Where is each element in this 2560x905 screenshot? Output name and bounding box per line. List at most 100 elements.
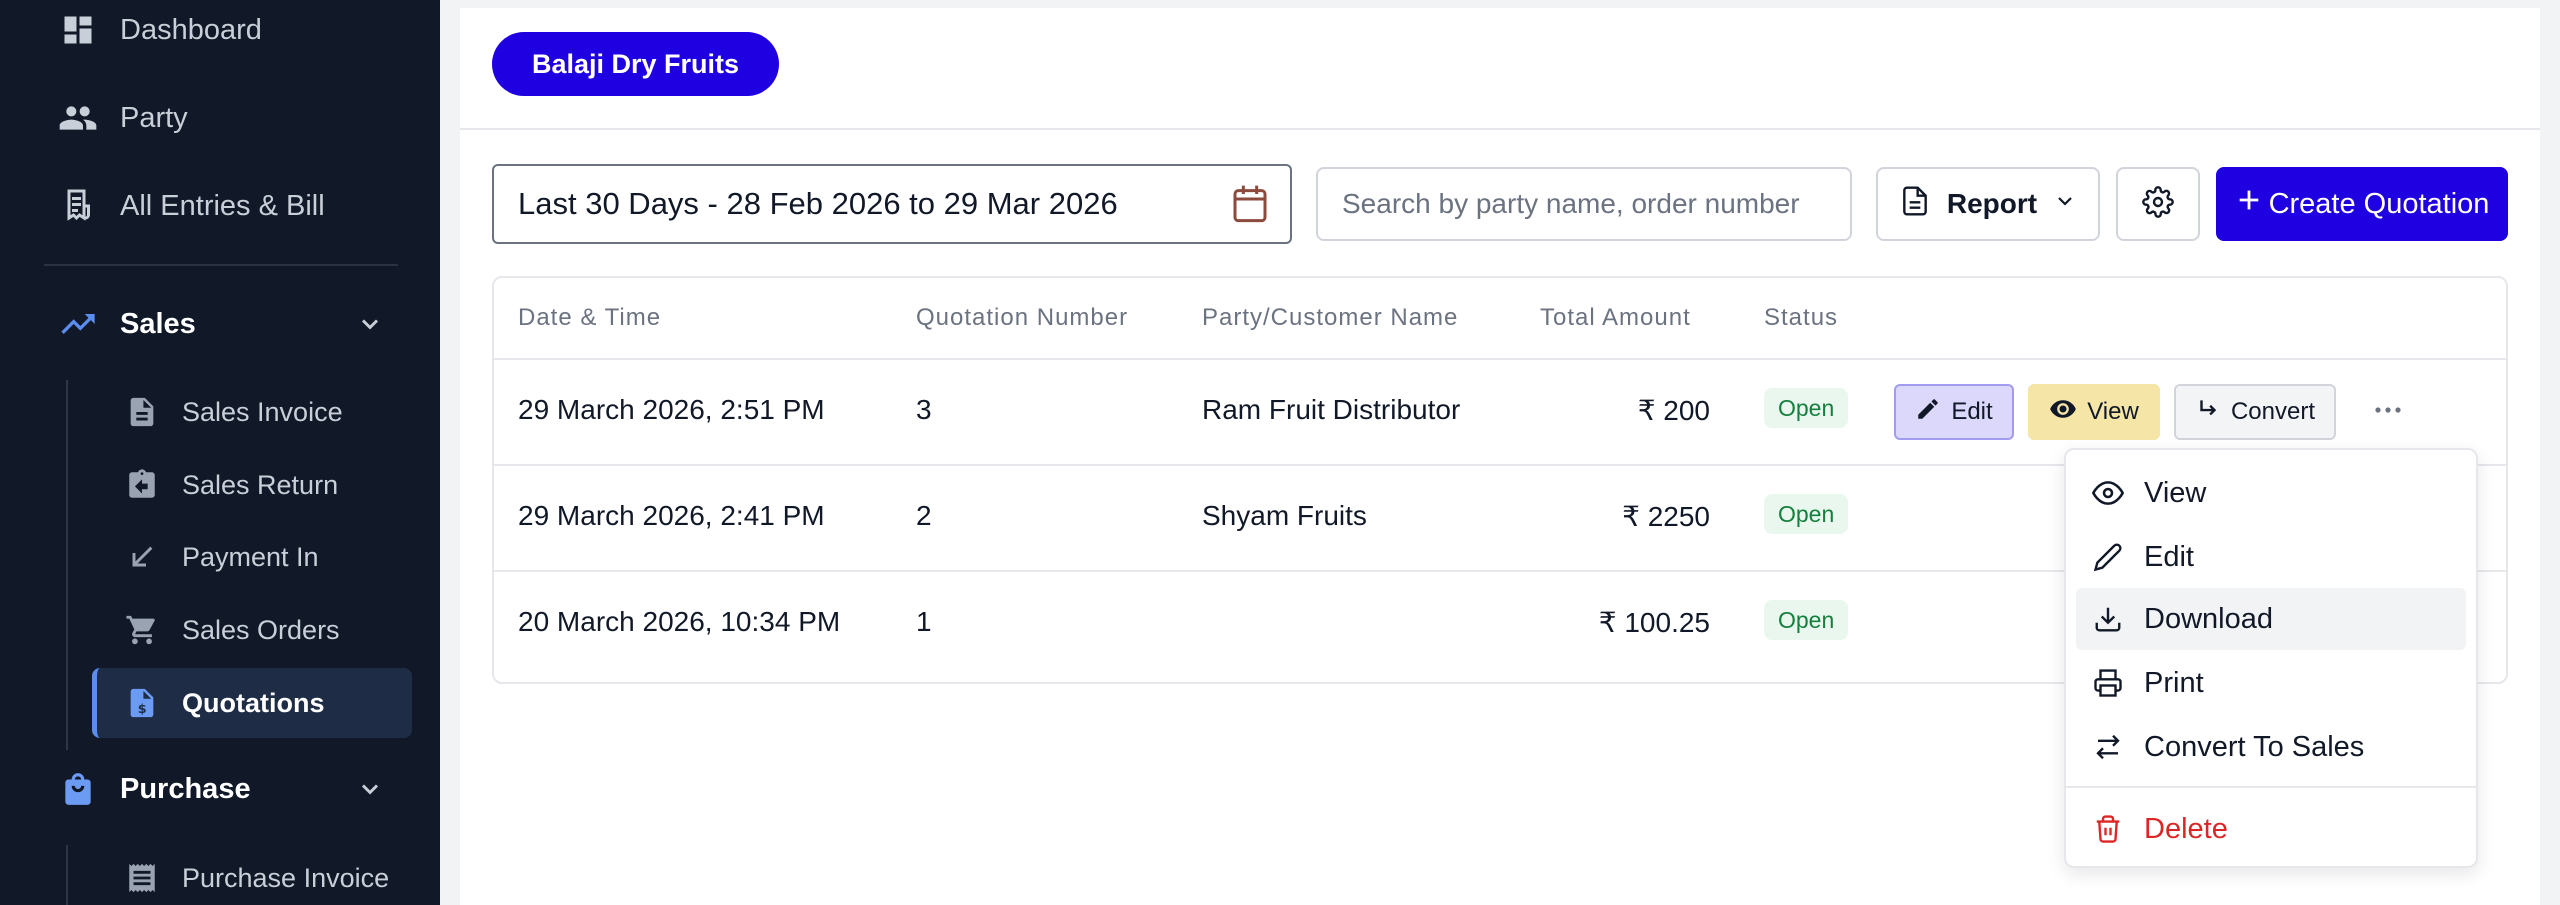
status-badge: Open	[1764, 494, 1849, 534]
chevron-down-icon[interactable]	[352, 306, 388, 342]
plus-icon	[2235, 186, 2263, 222]
party-icon	[58, 98, 98, 138]
sidebar-section-label: Purchase	[120, 772, 251, 805]
sidebar-item-quotations[interactable]: $ Quotations	[122, 673, 325, 733]
cell-party: Shyam Fruits	[1202, 500, 1367, 531]
trending-up-icon	[58, 304, 98, 344]
status-badge: Open	[1764, 388, 1849, 428]
calendar-icon[interactable]	[1230, 182, 1270, 234]
sidebar-divider	[44, 264, 398, 266]
sidebar-section-purchase[interactable]: Purchase	[58, 759, 251, 819]
sidebar: Dashboard Party All Entries & Bill Sales…	[0, 0, 440, 905]
search-input[interactable]	[1316, 167, 1852, 241]
view-button[interactable]: View	[2028, 384, 2160, 440]
sidebar-item-label: Payment In	[182, 541, 319, 572]
tree-line	[66, 380, 68, 750]
sidebar-section-label: Sales	[120, 307, 196, 340]
column-header-status: Status	[1764, 304, 1839, 331]
chevron-down-icon	[2053, 188, 2077, 220]
sidebar-item-label: Sales Orders	[182, 614, 340, 645]
cart-icon	[122, 610, 162, 650]
printer-icon	[2090, 665, 2126, 701]
trash-icon	[2090, 811, 2126, 847]
convert-label: Convert	[2230, 398, 2316, 425]
sidebar-item-sales-return[interactable]: Sales Return	[122, 455, 338, 515]
eye-icon	[2090, 475, 2126, 511]
company-bar: Balaji Dry Fruits	[460, 8, 2540, 130]
report-button[interactable]: Report	[1876, 167, 2100, 241]
sidebar-section-sales[interactable]: Sales	[58, 294, 196, 354]
sidebar-item-label: All Entries & Bill	[120, 189, 325, 222]
tree-line	[66, 845, 68, 905]
invoice-icon	[122, 392, 162, 432]
menu-item-label: Print	[2144, 666, 2204, 699]
sidebar-item-label: Quotations	[182, 687, 325, 718]
menu-item-label: Edit	[2144, 540, 2194, 573]
eye-icon	[2049, 395, 2077, 430]
sidebar-item-sales-invoice[interactable]: Sales Invoice	[122, 382, 343, 442]
cell-number: 2	[916, 500, 932, 531]
receipt-icon	[122, 858, 162, 898]
arrow-down-left-icon	[122, 537, 162, 577]
column-header-number: Quotation Number	[916, 304, 1129, 331]
cell-amount: ₹ 100.25	[1598, 607, 1710, 638]
cell-number: 1	[916, 606, 932, 637]
sidebar-item-payment-in[interactable]: Payment In	[122, 527, 319, 587]
menu-divider	[2066, 786, 2476, 788]
date-range-picker[interactable]: Last 30 Days - 28 Feb 2026 to 29 Mar 202…	[492, 164, 1292, 244]
table-header: Date & Time Quotation Number Party/Custo…	[494, 278, 2506, 360]
subdirectory-arrow-icon	[2195, 396, 2221, 429]
shopping-bag-icon	[58, 769, 98, 809]
view-label: View	[2087, 398, 2139, 425]
menu-item-print[interactable]: Print	[2076, 652, 2466, 714]
status-badge: Open	[1764, 600, 1849, 640]
more-horizontal-icon	[2372, 403, 2404, 421]
menu-item-label: Download	[2144, 602, 2273, 635]
settings-button[interactable]	[2116, 167, 2200, 241]
cell-number: 3	[916, 394, 932, 425]
pencil-icon	[2090, 539, 2126, 575]
report-label: Report	[1946, 188, 2038, 219]
swap-icon	[2090, 729, 2126, 765]
sidebar-item-label: Purchase Invoice	[182, 862, 390, 893]
menu-item-download[interactable]: Download	[2076, 588, 2466, 650]
more-options-button[interactable]	[2364, 388, 2412, 436]
edit-button[interactable]: Edit	[1894, 384, 2014, 440]
receipt-icon	[58, 186, 98, 226]
quotation-icon: $	[122, 683, 162, 723]
sidebar-item-label: Sales Return	[182, 469, 339, 500]
menu-item-label: Convert To Sales	[2144, 730, 2365, 763]
create-label: Create Quotation	[2268, 187, 2490, 220]
cell-amount: ₹ 2250	[1622, 501, 1710, 532]
sidebar-item-label: Sales Invoice	[182, 396, 343, 427]
sidebar-item-all-entries[interactable]: All Entries & Bill	[58, 176, 325, 236]
company-switcher-button[interactable]: Balaji Dry Fruits	[492, 32, 780, 96]
sidebar-item-sales-orders[interactable]: Sales Orders	[122, 600, 340, 660]
menu-item-delete[interactable]: Delete	[2076, 798, 2466, 860]
menu-item-edit[interactable]: Edit	[2076, 526, 2466, 588]
convert-button[interactable]: Convert	[2174, 384, 2336, 440]
download-icon	[2090, 601, 2126, 637]
create-quotation-button[interactable]: Create Quotation	[2216, 167, 2508, 241]
row-actions-menu: View Edit Download Print Convert To Sale…	[2064, 448, 2478, 868]
cell-party: Ram Fruit Distributor	[1202, 394, 1461, 425]
cell-date: 20 March 2026, 10:34 PM	[518, 606, 841, 637]
menu-item-view[interactable]: View	[2076, 462, 2466, 524]
sidebar-item-label: Dashboard	[120, 13, 262, 46]
svg-text:$: $	[138, 702, 147, 717]
column-header-amount: Total Amount	[1540, 304, 1691, 331]
column-header-date: Date & Time	[518, 304, 662, 331]
sidebar-item-party[interactable]: Party	[58, 88, 188, 148]
sidebar-item-purchase-invoice[interactable]: Purchase Invoice	[122, 848, 389, 905]
date-range-value: Last 30 Days - 28 Feb 2026 to 29 Mar 202…	[518, 186, 1118, 221]
return-icon	[122, 465, 162, 505]
cell-date: 29 March 2026, 2:41 PM	[518, 500, 825, 531]
chevron-down-icon[interactable]	[352, 771, 388, 807]
menu-item-label: Delete	[2144, 812, 2228, 845]
sidebar-item-label: Party	[120, 101, 188, 134]
sidebar-item-dashboard[interactable]: Dashboard	[58, 0, 262, 60]
pencil-icon	[1915, 396, 1941, 429]
cell-amount: ₹ 200	[1637, 395, 1710, 426]
menu-item-convert-to-sales[interactable]: Convert To Sales	[2076, 716, 2466, 778]
menu-item-label: View	[2144, 476, 2207, 509]
